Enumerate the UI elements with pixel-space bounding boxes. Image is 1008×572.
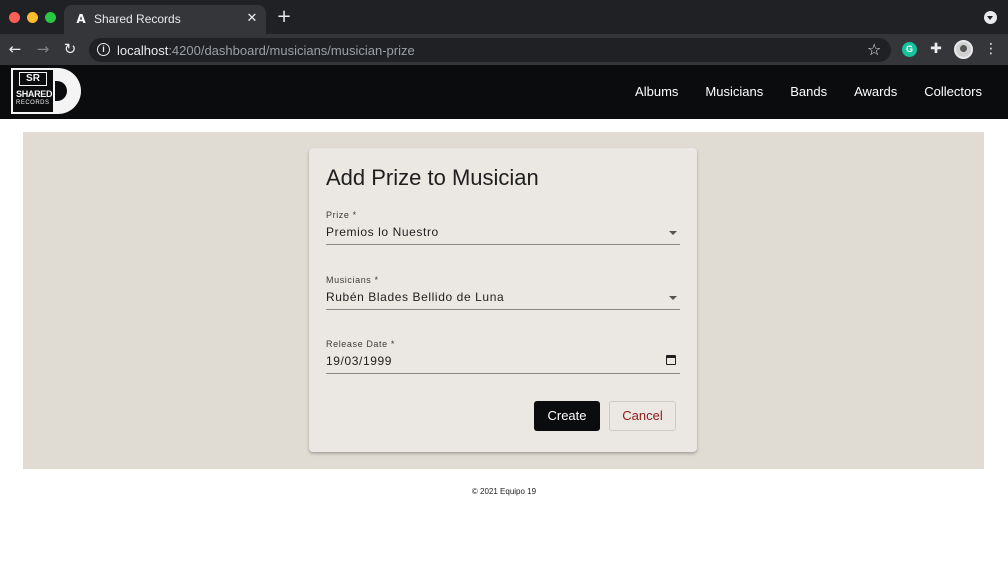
new-tab-icon[interactable]: + (276, 8, 292, 26)
form-title: Add Prize to Musician (326, 165, 539, 190)
release-date-label: Release Date * (326, 339, 395, 349)
profile-avatar[interactable] (954, 40, 973, 59)
footer-copyright: © 2021 Equipo 19 (471, 487, 537, 496)
calendar-icon[interactable] (666, 355, 676, 365)
browser-tab-bar: A Shared Records ✕ + (0, 0, 1008, 34)
nav-collectors[interactable]: Collectors (924, 83, 982, 100)
logo-box: SR SHARED RECORDS (11, 68, 55, 114)
kebab-menu-icon[interactable]: ⋮ (984, 40, 998, 58)
musician-label: Musicians * (326, 275, 379, 285)
create-button[interactable]: Create (534, 401, 600, 431)
nav-bands[interactable]: Bands (790, 83, 827, 100)
dropdown-arrow-icon[interactable] (669, 231, 677, 235)
musician-value: Rubén Blades Bellido de Luna (326, 290, 505, 304)
logo-badge: SR (19, 72, 47, 86)
info-icon[interactable]: i (97, 43, 110, 56)
release-date-value[interactable]: 19/03/1999 (326, 354, 392, 369)
address-bar[interactable]: i localhost:4200/dashboard/musicians/mus… (89, 38, 891, 62)
release-date-input[interactable]: Release Date * 19/03/1999 (326, 339, 680, 374)
window-zoom-button[interactable] (45, 12, 56, 23)
angular-favicon-icon: A (76, 12, 86, 26)
puzzle-icon[interactable]: ✚ (928, 40, 944, 58)
musician-select[interactable]: Musicians * Rubén Blades Bellido de Luna (326, 275, 680, 310)
dropdown-arrow-icon[interactable] (669, 296, 677, 300)
nav-albums[interactable]: Albums (635, 83, 678, 100)
back-arrow-icon[interactable]: ← (6, 40, 24, 58)
tab-search-icon[interactable] (984, 11, 997, 24)
main-nav: Albums Musicians Bands Awards Collectors (608, 83, 982, 100)
logo-line2: RECORDS (16, 100, 50, 106)
browser-tab[interactable]: A Shared Records ✕ (64, 5, 266, 34)
field-underline (326, 309, 680, 310)
field-underline (326, 373, 680, 374)
star-icon[interactable]: ☆ (867, 40, 881, 60)
tab-close-icon[interactable]: ✕ (244, 11, 260, 27)
shared-records-logo[interactable]: SR SHARED RECORDS (11, 68, 81, 114)
prize-label: Prize * (326, 210, 357, 220)
reload-icon[interactable]: ↻ (61, 40, 79, 58)
prize-value: Premios lo Nuestro (326, 225, 439, 239)
browser-toolbar: ← → ↻ i localhost:4200/dashboard/musicia… (0, 34, 1008, 65)
prize-select[interactable]: Prize * Premios lo Nuestro (326, 210, 680, 245)
grammarly-icon[interactable]: G (902, 42, 917, 57)
add-prize-form-card: Add Prize to Musician Prize * Premios lo… (309, 148, 697, 452)
url-host: localhost (117, 43, 169, 58)
logo-line1: SHARED (16, 89, 53, 99)
forward-arrow-icon[interactable]: → (34, 40, 52, 58)
window-minimize-button[interactable] (27, 12, 38, 23)
nav-musicians[interactable]: Musicians (705, 83, 763, 100)
window-close-button[interactable] (9, 12, 20, 23)
field-underline (326, 244, 680, 245)
nav-awards[interactable]: Awards (854, 83, 897, 100)
cancel-button[interactable]: Cancel (609, 401, 676, 431)
tab-title: Shared Records (94, 12, 181, 26)
url-path: :4200/dashboard/musicians/musician-prize (168, 43, 415, 58)
url-text[interactable]: localhost:4200/dashboard/musicians/music… (117, 43, 415, 58)
app-header: SR SHARED RECORDS Albums Musicians Bands… (0, 65, 1008, 119)
